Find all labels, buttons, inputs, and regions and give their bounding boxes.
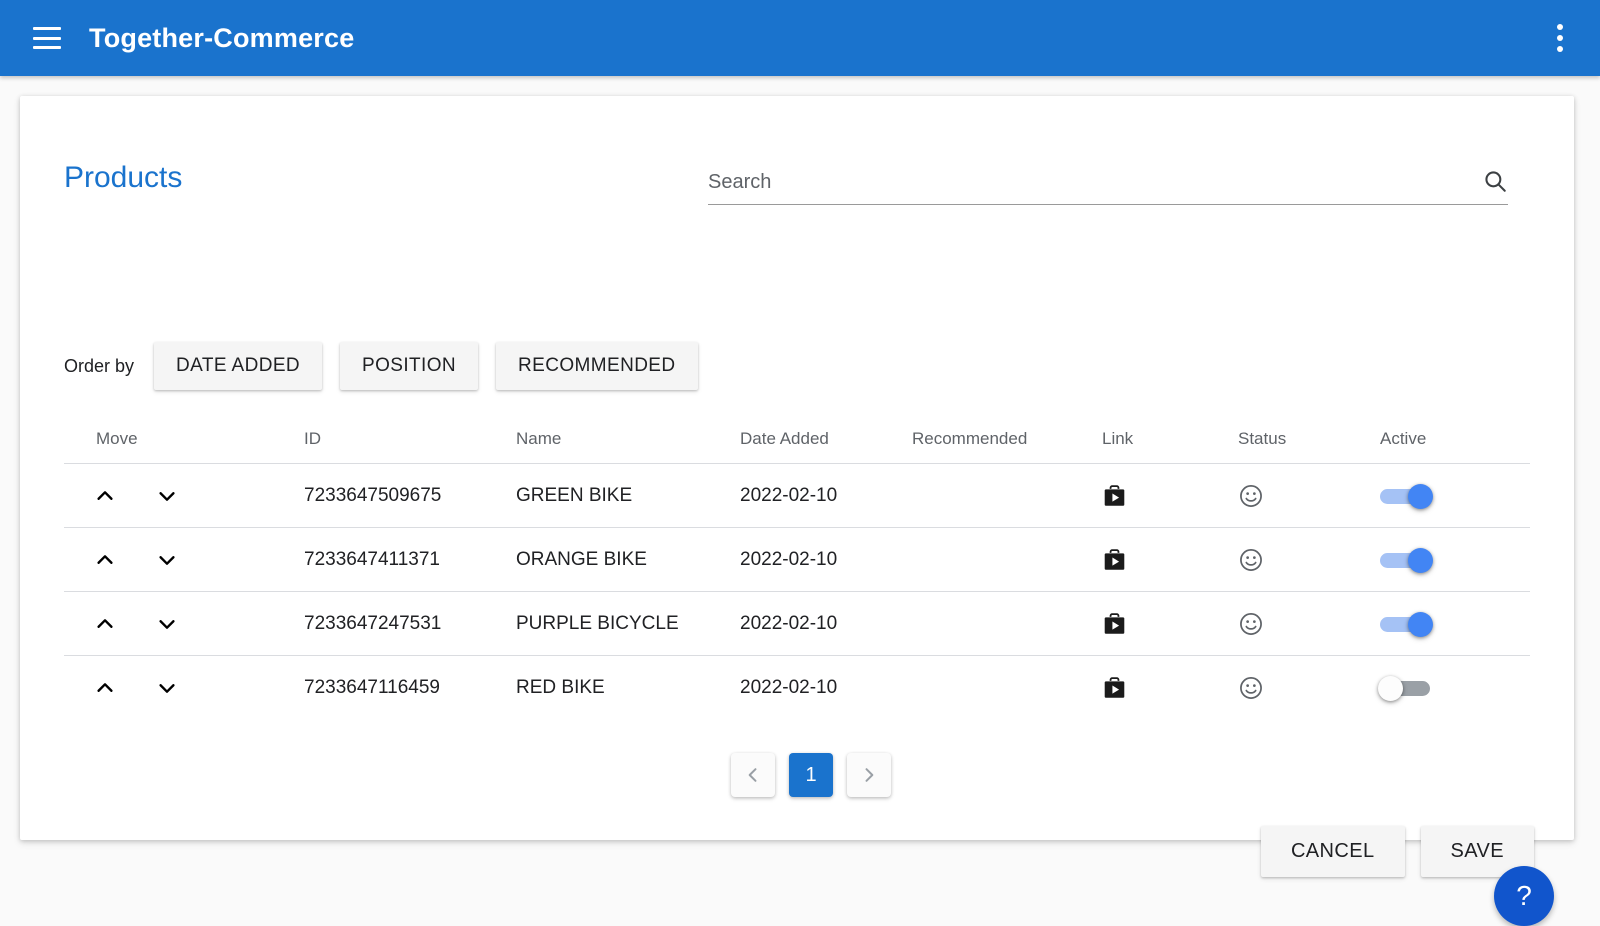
table-row: 7233647116459 RED BIKE 2022-02-10 xyxy=(64,656,1530,720)
dot xyxy=(1557,46,1563,52)
google-play-icon[interactable] xyxy=(1102,611,1127,637)
page-title: Products xyxy=(64,161,182,195)
table-row: 7233647509675 GREEN BIKE 2022-02-10 xyxy=(64,464,1530,528)
sentiment-satisfied-icon[interactable] xyxy=(1238,675,1264,701)
cell-name: RED BIKE xyxy=(516,677,740,699)
cell-date-added: 2022-02-10 xyxy=(740,613,912,635)
products-table: Move ID Name Date Added Recommended Link… xyxy=(64,414,1530,720)
order-by-position-button[interactable]: POSITION xyxy=(340,342,478,390)
move-cell xyxy=(64,677,304,699)
move-cell xyxy=(64,485,304,507)
cell-link xyxy=(1102,547,1238,573)
footer-actions: CANCEL SAVE xyxy=(1261,826,1534,877)
cell-link xyxy=(1102,675,1238,701)
sentiment-satisfied-icon[interactable] xyxy=(1238,547,1264,573)
cell-active xyxy=(1380,678,1530,698)
table-row: 7233647411371 ORANGE BIKE 2022-02-10 xyxy=(64,528,1530,592)
cell-name: GREEN BIKE xyxy=(516,485,740,507)
search-input[interactable] xyxy=(708,171,1482,194)
dot xyxy=(1557,35,1563,41)
pagination-page-1-button[interactable]: 1 xyxy=(789,753,833,797)
cancel-button[interactable]: CANCEL xyxy=(1261,826,1405,877)
cell-name: PURPLE BICYCLE xyxy=(516,613,740,635)
cell-date-added: 2022-02-10 xyxy=(740,677,912,699)
google-play-icon[interactable] xyxy=(1102,483,1127,509)
cell-link xyxy=(1102,611,1238,637)
active-toggle[interactable] xyxy=(1380,550,1436,570)
column-header-link: Link xyxy=(1102,429,1238,449)
cell-status xyxy=(1238,675,1380,701)
pagination-next-button[interactable] xyxy=(847,753,891,797)
help-fab-button[interactable]: ? xyxy=(1494,866,1554,926)
column-header-name: Name xyxy=(516,429,740,449)
chevron-up-icon[interactable] xyxy=(94,485,116,507)
move-cell xyxy=(64,613,304,635)
more-vert-icon[interactable] xyxy=(1548,24,1572,52)
order-by-date-added-button[interactable]: DATE ADDED xyxy=(154,342,322,390)
pagination-prev-button[interactable] xyxy=(731,753,775,797)
cell-link xyxy=(1102,483,1238,509)
cell-id: 7233647411371 xyxy=(304,549,516,571)
cell-id: 7233647509675 xyxy=(304,485,516,507)
chevron-down-icon[interactable] xyxy=(156,485,178,507)
toggle-knob xyxy=(1408,484,1433,509)
hamburger-icon[interactable] xyxy=(33,27,61,49)
chevron-right-icon xyxy=(859,765,879,785)
search-icon[interactable] xyxy=(1482,168,1508,194)
cell-id: 7233647247531 xyxy=(304,613,516,635)
column-header-active: Active xyxy=(1380,429,1530,449)
chevron-up-icon[interactable] xyxy=(94,613,116,635)
chevron-down-icon[interactable] xyxy=(156,549,178,571)
cell-date-added: 2022-02-10 xyxy=(740,485,912,507)
toggle-knob xyxy=(1408,548,1433,573)
column-header-move: Move xyxy=(64,429,304,449)
column-header-status: Status xyxy=(1238,429,1380,449)
column-header-id: ID xyxy=(304,429,516,449)
sentiment-satisfied-icon[interactable] xyxy=(1238,611,1264,637)
cell-status xyxy=(1238,483,1380,509)
cell-name: ORANGE BIKE xyxy=(516,549,740,571)
column-header-date-added: Date Added xyxy=(740,429,912,449)
toggle-knob xyxy=(1408,612,1433,637)
order-by-label: Order by xyxy=(64,356,134,377)
chevron-down-icon[interactable] xyxy=(156,677,178,699)
chevron-left-icon xyxy=(743,765,763,785)
google-play-icon[interactable] xyxy=(1102,675,1127,701)
search-field[interactable] xyxy=(708,168,1508,205)
cell-active xyxy=(1380,486,1530,506)
app-bar: Together-Commerce xyxy=(0,0,1600,76)
active-toggle[interactable] xyxy=(1380,614,1436,634)
table-row: 7233647247531 PURPLE BICYCLE 2022-02-10 xyxy=(64,592,1530,656)
active-toggle[interactable] xyxy=(1380,486,1436,506)
chevron-up-icon[interactable] xyxy=(94,549,116,571)
sentiment-satisfied-icon[interactable] xyxy=(1238,483,1264,509)
products-card: Products Order by DATE ADDED POSITION RE… xyxy=(20,96,1574,840)
hamburger-bar xyxy=(33,27,61,30)
cell-active xyxy=(1380,550,1530,570)
column-header-recommended: Recommended xyxy=(912,429,1102,449)
pagination: 1 xyxy=(20,753,1574,797)
order-by-recommended-button[interactable]: RECOMMENDED xyxy=(496,342,697,390)
cell-date-added: 2022-02-10 xyxy=(740,549,912,571)
dot xyxy=(1557,24,1563,30)
toggle-knob xyxy=(1378,676,1403,701)
google-play-icon[interactable] xyxy=(1102,547,1127,573)
move-cell xyxy=(64,549,304,571)
cell-status xyxy=(1238,611,1380,637)
cell-active xyxy=(1380,614,1530,634)
active-toggle[interactable] xyxy=(1380,678,1436,698)
app-title: Together-Commerce xyxy=(89,23,354,54)
cell-status xyxy=(1238,547,1380,573)
hamburger-bar xyxy=(33,37,61,40)
chevron-down-icon[interactable] xyxy=(156,613,178,635)
cell-id: 7233647116459 xyxy=(304,677,516,699)
chevron-up-icon[interactable] xyxy=(94,677,116,699)
hamburger-bar xyxy=(33,46,61,49)
order-by-row: Order by DATE ADDED POSITION RECOMMENDED xyxy=(64,342,716,390)
table-header-row: Move ID Name Date Added Recommended Link… xyxy=(64,414,1530,464)
